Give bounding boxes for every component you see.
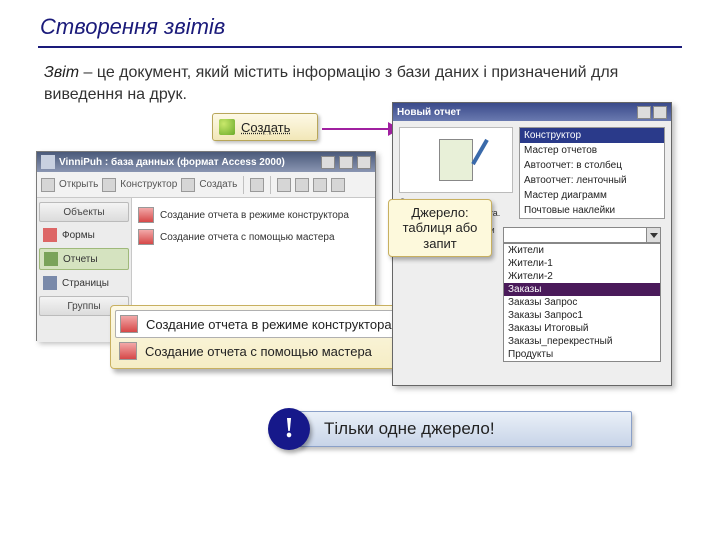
pages-icon — [43, 276, 57, 290]
minimize-button[interactable] — [321, 156, 335, 169]
sidebar-header[interactable]: Объекты — [39, 202, 129, 222]
wizard-icon — [120, 315, 138, 333]
sidebar-item-label: Страницы — [62, 278, 109, 289]
zoom-popup: Создание отчета в режиме конструктора Со… — [110, 305, 426, 369]
report-type-list[interactable]: Конструктор Мастер отчетов Автоотчет: в … — [519, 127, 665, 219]
preview-image — [399, 127, 513, 193]
list-item-label: Создание отчета в режиме конструктора — [160, 210, 349, 221]
source-item[interactable]: Жители-2 — [504, 270, 660, 283]
new-icon — [219, 119, 235, 135]
maximize-button[interactable] — [339, 156, 353, 169]
source-item[interactable]: Заказы Запрос — [504, 296, 660, 309]
zoom-item[interactable]: Создание отчета с помощью мастера — [115, 338, 421, 364]
term: Звіт — [44, 64, 79, 81]
forms-icon — [43, 228, 57, 242]
close-button[interactable] — [357, 156, 371, 169]
create-label[interactable]: Создать — [199, 179, 237, 190]
report-type-item[interactable]: Автоотчет: в столбец — [520, 158, 664, 173]
alert-text: Тільки одне джерело! — [324, 419, 495, 439]
help-button[interactable] — [637, 106, 651, 119]
delete-icon[interactable] — [250, 178, 264, 192]
new-report-titlebar: Новый отчет — [393, 103, 671, 121]
report-type-item[interactable]: Конструктор — [520, 128, 664, 143]
list-item[interactable]: Создание отчета с помощью мастера — [136, 226, 371, 248]
large-icons-icon[interactable] — [277, 178, 291, 192]
source-item[interactable]: Заказы Итоговый — [504, 322, 660, 335]
db-window-title: VinniPuh : база данных (формат Access 20… — [59, 157, 285, 168]
exclamation-icon: ! — [268, 408, 310, 450]
wizard-icon — [119, 342, 137, 360]
list-item-label: Создание отчета с помощью мастера — [160, 232, 335, 243]
new-report-title: Новый отчет — [397, 107, 461, 118]
zoom-item-label: Создание отчета с помощью мастера — [145, 344, 372, 359]
source-item[interactable]: Жители — [504, 244, 660, 257]
details-icon[interactable] — [331, 178, 345, 192]
report-type-item[interactable]: Автоотчет: ленточный — [520, 173, 664, 188]
source-item[interactable]: Заказы Запрос1 — [504, 309, 660, 322]
open-icon — [41, 178, 55, 192]
arrow-line — [322, 128, 392, 130]
create-button[interactable]: Создать — [212, 113, 318, 141]
sidebar-item-label: Формы — [62, 230, 95, 241]
list-item[interactable]: Создание отчета в режиме конструктора — [136, 204, 371, 226]
wizard-icon — [138, 229, 154, 245]
wizard-icon — [138, 207, 154, 223]
sidebar-item-pages[interactable]: Страницы — [39, 272, 129, 294]
title-underline — [38, 46, 682, 48]
report-type-item[interactable]: Мастер отчетов — [520, 143, 664, 158]
close-button[interactable] — [653, 106, 667, 119]
zoom-item[interactable]: Создание отчета в режиме конструктора — [115, 310, 421, 338]
source-item[interactable]: Заказы — [504, 283, 660, 296]
small-icons-icon[interactable] — [295, 178, 309, 192]
db-icon — [41, 155, 55, 169]
design-icon — [102, 178, 116, 192]
create-icon — [181, 178, 195, 192]
alert-banner: ! Тільки одне джерело! — [272, 411, 632, 447]
definition-rest: – це документ, який містить інформацію з… — [44, 64, 618, 103]
open-label[interactable]: Открыть — [59, 179, 98, 190]
source-item[interactable]: Заказы_перекрестный — [504, 335, 660, 348]
design-label[interactable]: Конструктор — [120, 179, 177, 190]
sidebar-item-forms[interactable]: Формы — [39, 224, 129, 246]
sidebar-item-reports[interactable]: Отчеты — [39, 248, 129, 270]
source-callout: Джерело: таблиця або запит — [388, 199, 492, 257]
source-item[interactable]: Жители-1 — [504, 257, 660, 270]
create-button-label: Создать — [241, 120, 290, 135]
db-window-titlebar: VinniPuh : база данных (формат Access 20… — [37, 152, 375, 172]
reports-icon — [44, 252, 58, 266]
source-combo[interactable] — [503, 227, 661, 243]
chevron-down-icon[interactable] — [646, 228, 660, 242]
report-type-item[interactable]: Мастер диаграмм — [520, 188, 664, 203]
list-icon[interactable] — [313, 178, 327, 192]
slide-title: Створення звітів — [0, 0, 720, 44]
source-dropdown-list[interactable]: Жители Жители-1 Жители-2 Заказы Заказы З… — [503, 243, 661, 362]
db-toolbar: Открыть Конструктор Создать — [37, 172, 375, 198]
report-type-item[interactable]: Почтовые наклейки — [520, 203, 664, 218]
source-item[interactable]: Продукты — [504, 348, 660, 361]
sidebar-item-label: Отчеты — [63, 254, 98, 265]
canvas: Создать VinniPuh : база данных (формат A… — [0, 111, 720, 491]
zoom-item-label: Создание отчета в режиме конструктора — [146, 317, 392, 332]
